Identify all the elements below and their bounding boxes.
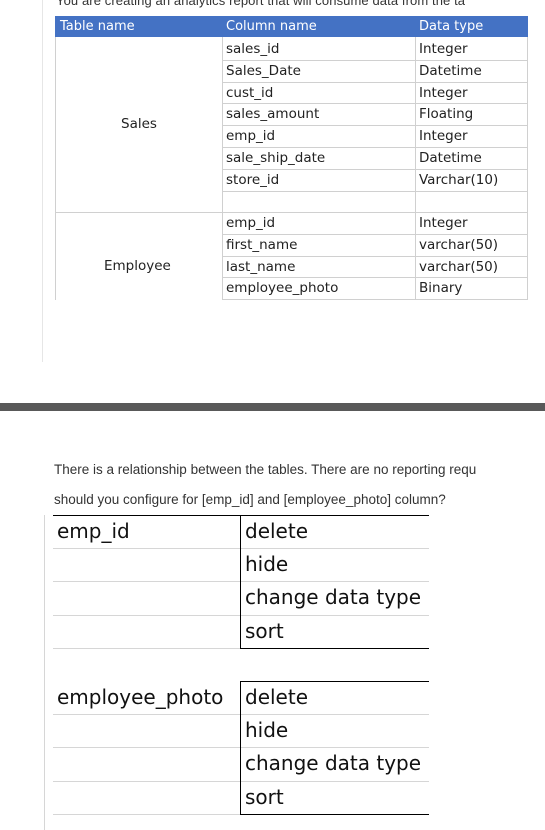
option-hide-emp-id[interactable]: hide — [245, 552, 288, 576]
sales-column-name-4: emp_id — [226, 128, 276, 145]
employee-data-type-0: Integer — [419, 215, 468, 231]
table-separator-line — [55, 212, 528, 213]
sales-data-type-0: Integer — [419, 41, 468, 57]
option-delete-emp-id[interactable]: delete — [245, 519, 308, 543]
employee-row-divider — [222, 299, 528, 301]
header-table-name: Table name — [60, 19, 135, 34]
answer-group-bottom-border — [240, 813, 429, 815]
employee-data-type-2: varchar(50) — [419, 258, 499, 275]
header-data-type: Data type — [419, 19, 484, 34]
option-change-data-type-emp-id[interactable]: change data type — [245, 585, 421, 609]
answer-row-line — [53, 714, 240, 716]
option-sort-employee-photo[interactable]: sort — [245, 785, 284, 809]
answer-row-line — [53, 548, 240, 550]
sales-column-name-6: store_id — [226, 171, 280, 188]
sales-table-name: Sales — [121, 116, 157, 132]
employee-column-name-0: emp_id — [226, 215, 276, 231]
answer-label-emp-id: emp_id — [57, 519, 130, 543]
sales-data-type-6: Varchar(10) — [419, 171, 499, 188]
answer-row-line — [241, 614, 429, 616]
employee-data-type-3: Binary — [419, 280, 463, 297]
section-divider — [0, 403, 545, 411]
sales-row-divider — [222, 125, 528, 127]
option-hide-employee-photo[interactable]: hide — [245, 718, 288, 742]
sales-row-divider — [222, 103, 528, 105]
sales-data-type-1: Datetime — [419, 62, 482, 79]
answer-group-bottom-border — [240, 647, 429, 649]
answer-row-line — [53, 747, 240, 749]
sales-column-name-2: cust_id — [226, 84, 274, 101]
employee-column-name-2: last_name — [226, 258, 296, 275]
sales-row-divider — [222, 59, 528, 61]
sales-data-type-5: Datetime — [419, 150, 482, 166]
employee-row-divider — [222, 255, 528, 257]
answer-row-line — [53, 780, 240, 782]
header-column-name: Column name — [226, 19, 317, 34]
answer-row-line — [241, 714, 429, 716]
answer-left-border — [44, 515, 45, 830]
sales-column-name-1: Sales_Date — [226, 62, 301, 79]
sales-column-name-0: sales_id — [226, 41, 280, 57]
option-delete-employee-photo[interactable]: delete — [245, 685, 308, 709]
answer-row-line — [241, 780, 429, 782]
employee-row-divider — [222, 277, 528, 279]
employee-column-name-1: first_name — [226, 236, 298, 253]
answer-group-top-border — [53, 515, 429, 516]
answer-row-line — [241, 581, 429, 583]
question-intro-text: You are creating an analytics report tha… — [56, 0, 466, 8]
answer-row-line — [241, 548, 429, 550]
sales-row-divider — [222, 81, 528, 83]
sales-row-divider — [222, 147, 528, 148]
answer-row-line — [53, 813, 240, 815]
option-change-data-type-employee-photo[interactable]: change data type — [245, 751, 421, 775]
question-text-line1: There is a relationship between the tabl… — [54, 462, 477, 477]
content-left-border — [42, 0, 43, 362]
answer-row-line — [53, 581, 240, 583]
sales-column-name-3: sales_amount — [226, 106, 320, 123]
sales-data-type-3: Floating — [419, 106, 474, 123]
question-text-line2: should you configure for [emp_id] and [e… — [54, 492, 446, 507]
question-top-panel: You are creating an analytics report tha… — [0, 0, 545, 403]
sales-data-type-4: Integer — [419, 128, 468, 145]
option-sort-emp-id[interactable]: sort — [245, 619, 284, 643]
answer-group-top-border — [240, 681, 429, 682]
employee-data-type-1: varchar(50) — [419, 236, 499, 253]
sales-data-type-2: Integer — [419, 84, 468, 101]
employee-row-divider — [222, 233, 528, 235]
answer-label-employee-photo: employee_photo — [57, 685, 224, 709]
sales-row-divider — [222, 190, 528, 192]
answer-row-line — [241, 747, 429, 749]
answer-row-line — [53, 647, 240, 649]
employee-column-name-3: employee_photo — [226, 280, 339, 297]
employee-table-name: Employee — [104, 258, 171, 274]
sales-row-divider — [222, 168, 528, 170]
sales-column-name-5: sale_ship_date — [226, 150, 326, 166]
answer-row-line — [53, 614, 240, 616]
